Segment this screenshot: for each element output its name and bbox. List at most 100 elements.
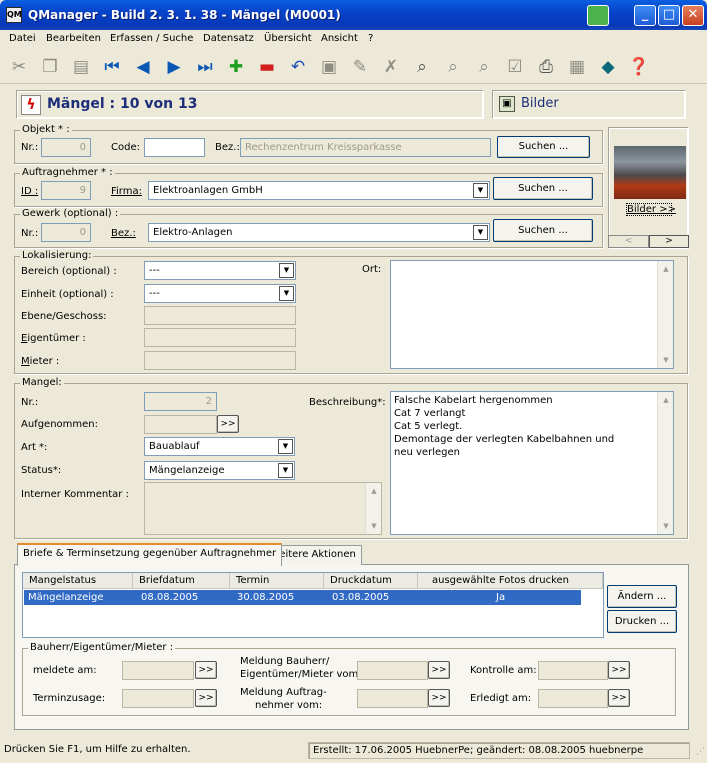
defect-photo[interactable] [614, 146, 686, 199]
delete-record-icon[interactable]: ▬ [256, 56, 278, 78]
column-header[interactable]: ausgewählte Fotos drucken [418, 573, 603, 589]
termin-table[interactable]: Mangelstatus Briefdatum Termin Druckdatu… [22, 572, 604, 638]
copy-icon[interactable]: ❐ [39, 56, 61, 78]
beschreibung-scrollbar[interactable]: ▲ ▼ [657, 392, 673, 534]
paste-icon[interactable]: ▤ [70, 56, 92, 78]
ort-textarea[interactable]: ▲ ▼ [390, 260, 674, 369]
photo-prev-button[interactable]: < [608, 235, 649, 248]
aufgenommen-field[interactable] [144, 415, 217, 434]
meldung-bauherr-label: Meldung Bauherr/ [240, 656, 330, 667]
chevron-down-icon[interactable]: ▼ [659, 353, 673, 367]
chevron-up-icon[interactable]: ▲ [367, 484, 381, 498]
help-book-icon[interactable]: ◆ [597, 56, 619, 78]
minimize-button[interactable]: _ [634, 5, 656, 26]
chevron-down-icon[interactable]: ▼ [278, 463, 293, 478]
kommentar-scrollbar[interactable]: ▲ ▼ [365, 483, 381, 534]
gewerk-nr-field[interactable]: 0 [41, 223, 91, 242]
meldung-auftrag-date-button[interactable]: >> [428, 689, 450, 707]
cross-tool-icon[interactable]: ✗ [380, 56, 402, 78]
search-doc3-icon[interactable]: ⌕ [473, 56, 495, 78]
menu-uebersicht[interactable]: Übersicht [264, 33, 312, 44]
chevron-down-icon[interactable]: ▼ [367, 519, 381, 533]
meldung-bauherr-date-button[interactable]: >> [428, 661, 450, 679]
aendern-button[interactable]: Ändern ... [607, 585, 677, 608]
aufgenommen-date-button[interactable]: >> [217, 415, 239, 433]
chevron-down-icon[interactable]: ▼ [473, 183, 488, 198]
tab-briefe[interactable]: Briefe & Terminsetzung gegenüber Auftrag… [17, 543, 283, 566]
erledigt-date-button[interactable]: >> [608, 689, 630, 707]
meldung-bauherr-field[interactable] [357, 661, 428, 680]
undo-icon[interactable]: ↶ [287, 56, 309, 78]
gewerk-bez-select[interactable]: Elektro-Anlagen ▼ [148, 223, 490, 242]
objekt-code-field[interactable] [144, 138, 205, 157]
status-select[interactable]: Mängelanzeige ▼ [144, 461, 295, 480]
column-header[interactable]: Druckdatum [324, 573, 418, 589]
auftragnehmer-id-field[interactable]: 9 [41, 181, 91, 200]
beschreibung-textarea[interactable]: Falsche Kabelart hergenommen Cat 7 verla… [390, 391, 674, 535]
save-icon[interactable]: ▣ [318, 56, 340, 78]
drucken-button[interactable]: Drucken ... [607, 610, 677, 633]
resize-grip-icon[interactable]: ⋰ [692, 746, 705, 759]
report-icon[interactable]: ▦ [566, 56, 588, 78]
menu-datei[interactable]: Datei [9, 33, 36, 44]
chevron-down-icon[interactable]: ▼ [278, 439, 293, 454]
ebene-field[interactable] [144, 306, 296, 325]
close-button[interactable]: ✕ [682, 5, 704, 26]
einheit-select[interactable]: --- ▼ [144, 284, 296, 303]
kommentar-textarea[interactable]: ▲ ▼ [144, 482, 382, 535]
chevron-down-icon[interactable]: ▼ [659, 519, 673, 533]
objekt-nr-field[interactable]: 0 [41, 138, 91, 157]
gewerk-search-button[interactable]: Suchen ... [493, 219, 593, 242]
meldung-auftrag-field[interactable] [357, 689, 428, 708]
next-record-icon[interactable]: ▶ [163, 56, 185, 78]
menu-datensatz[interactable]: Datensatz [203, 33, 254, 44]
chevron-up-icon[interactable]: ▲ [659, 393, 673, 407]
search-doc2-icon[interactable]: ⌕ [442, 56, 464, 78]
last-record-icon[interactable]: ⏭ [194, 56, 216, 78]
maximize-button[interactable]: □ [658, 5, 680, 26]
column-header[interactable]: Mangelstatus [23, 573, 133, 589]
bilder-link[interactable]: Bilder >> [626, 203, 676, 216]
menu-help[interactable]: ? [368, 33, 373, 44]
terminzusage-date-button[interactable]: >> [195, 689, 217, 707]
chevron-down-icon[interactable]: ▼ [473, 225, 488, 240]
ort-scrollbar[interactable]: ▲ ▼ [657, 261, 673, 368]
art-select[interactable]: Bauablauf ▼ [144, 437, 295, 456]
edit-tool-icon[interactable]: ✎ [349, 56, 371, 78]
meldung-bauherr-label-2: Eigentümer/Mieter vom: [240, 669, 362, 680]
chevron-down-icon[interactable]: ▼ [279, 286, 294, 301]
menu-erfassen-suche[interactable]: Erfassen / Suche [110, 33, 193, 44]
meldete-date-button[interactable]: >> [195, 661, 217, 679]
previous-record-icon[interactable]: ◀ [132, 56, 154, 78]
menu-bearbeiten[interactable]: Bearbeiten [46, 33, 101, 44]
search-doc-icon[interactable]: ⌕ [411, 56, 433, 78]
kontrolle-date-button[interactable]: >> [608, 661, 630, 679]
chevron-up-icon[interactable]: ▲ [659, 262, 673, 276]
mangel-nr-field[interactable]: 2 [144, 392, 217, 411]
mieter-field[interactable] [144, 351, 296, 370]
first-record-icon[interactable]: ⏮ [101, 56, 123, 78]
eigentuemer-field[interactable] [144, 328, 296, 347]
auftragnehmer-firma-select[interactable]: Elektroanlagen GmbH ▼ [148, 181, 490, 200]
kontrolle-field[interactable] [538, 661, 608, 680]
bereich-select[interactable]: --- ▼ [144, 261, 296, 280]
column-header[interactable]: Termin [230, 573, 324, 589]
objekt-search-button[interactable]: Suchen ... [497, 136, 590, 158]
erledigt-field[interactable] [538, 689, 608, 708]
photo-next-button[interactable]: > [649, 235, 689, 248]
context-help-icon[interactable]: ❓ [628, 56, 650, 78]
column-header[interactable]: Briefdatum [133, 573, 230, 589]
auftragnehmer-search-button[interactable]: Suchen ... [493, 177, 593, 200]
meldete-field[interactable] [122, 661, 194, 680]
scissors-icon[interactable]: ✂ [8, 56, 30, 78]
print-icon[interactable]: ⎙ [535, 56, 557, 78]
checklist-icon[interactable]: ☑ [504, 56, 526, 78]
terminzusage-field[interactable] [122, 689, 194, 708]
app-icon[interactable]: QM [6, 7, 22, 23]
printer-tray-icon[interactable] [587, 5, 609, 26]
objekt-bez-field[interactable]: Rechenzentrum Kreissparkasse [240, 138, 491, 157]
menu-ansicht[interactable]: Ansicht [321, 33, 358, 44]
bilder-button[interactable]: Bilder [521, 96, 559, 111]
add-record-icon[interactable]: ✚ [225, 56, 247, 78]
chevron-down-icon[interactable]: ▼ [279, 263, 294, 278]
